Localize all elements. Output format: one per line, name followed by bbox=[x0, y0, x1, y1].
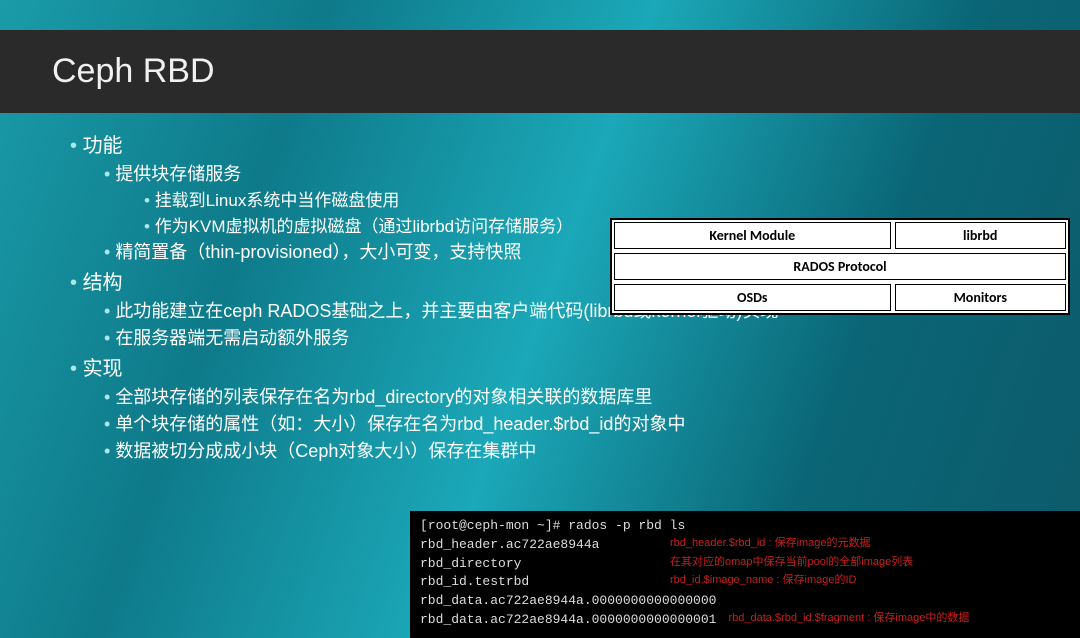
terminal-line-5: rbd_data.ac722ae8944a.0000000000000001 bbox=[420, 611, 716, 630]
diagram-monitors: Monitors bbox=[895, 284, 1067, 311]
bullet-data-split: 数据被切分成成小块（Ceph对象大小）保存在集群中 bbox=[104, 438, 1080, 465]
terminal-note-3: rbd_id.$image_name : 保存image的ID bbox=[670, 573, 856, 592]
terminal-line-3: rbd_id.testrbd bbox=[420, 573, 650, 592]
terminal-note-2: 在其对应的omap中保存当前pool的全部image列表 bbox=[670, 555, 913, 574]
diagram-librbd: librbd bbox=[895, 222, 1067, 249]
bullet-implementation: 实现 全部块存储的列表保存在名为rbd_directory的对象相关联的数据库里… bbox=[70, 354, 1080, 465]
terminal-line-2: rbd_directory bbox=[420, 555, 650, 574]
terminal-prompt: [root@ceph-mon ~]# rados -p rbd ls bbox=[420, 517, 685, 536]
architecture-diagram: Kernel Module librbd RADOS Protocol OSDs… bbox=[610, 218, 1070, 315]
title-bar: Ceph RBD bbox=[0, 30, 1080, 113]
bullet-no-server-service: 在服务器端无需启动额外服务 bbox=[104, 325, 1080, 352]
bullet-mount-linux: 挂载到Linux系统中当作磁盘使用 bbox=[144, 188, 1080, 214]
diagram-rados-protocol: RADOS Protocol bbox=[614, 253, 1066, 280]
terminal-line-4: rbd_data.ac722ae8944a.0000000000000000 bbox=[420, 592, 716, 611]
terminal-note-1: rbd_header.$rbd_id : 保存image的元数据 bbox=[670, 536, 871, 555]
bullet-rbd-header: 单个块存储的属性（如：大小）保存在名为rbd_header.$rbd_id的对象… bbox=[104, 411, 1080, 438]
terminal-line-1: rbd_header.ac722ae8944a bbox=[420, 536, 650, 555]
diagram-osds: OSDs bbox=[614, 284, 891, 311]
terminal-note-5: rbd_data.$rbd_id.$fragment : 保存image中的数据 bbox=[728, 611, 969, 630]
terminal-output: [root@ceph-mon ~]# rados -p rbd ls rbd_h… bbox=[410, 511, 1080, 638]
diagram-kernel-module: Kernel Module bbox=[614, 222, 891, 249]
slide-title: Ceph RBD bbox=[52, 52, 1080, 91]
bullet-rbd-directory: 全部块存储的列表保存在名为rbd_directory的对象相关联的数据库里 bbox=[104, 384, 1080, 411]
